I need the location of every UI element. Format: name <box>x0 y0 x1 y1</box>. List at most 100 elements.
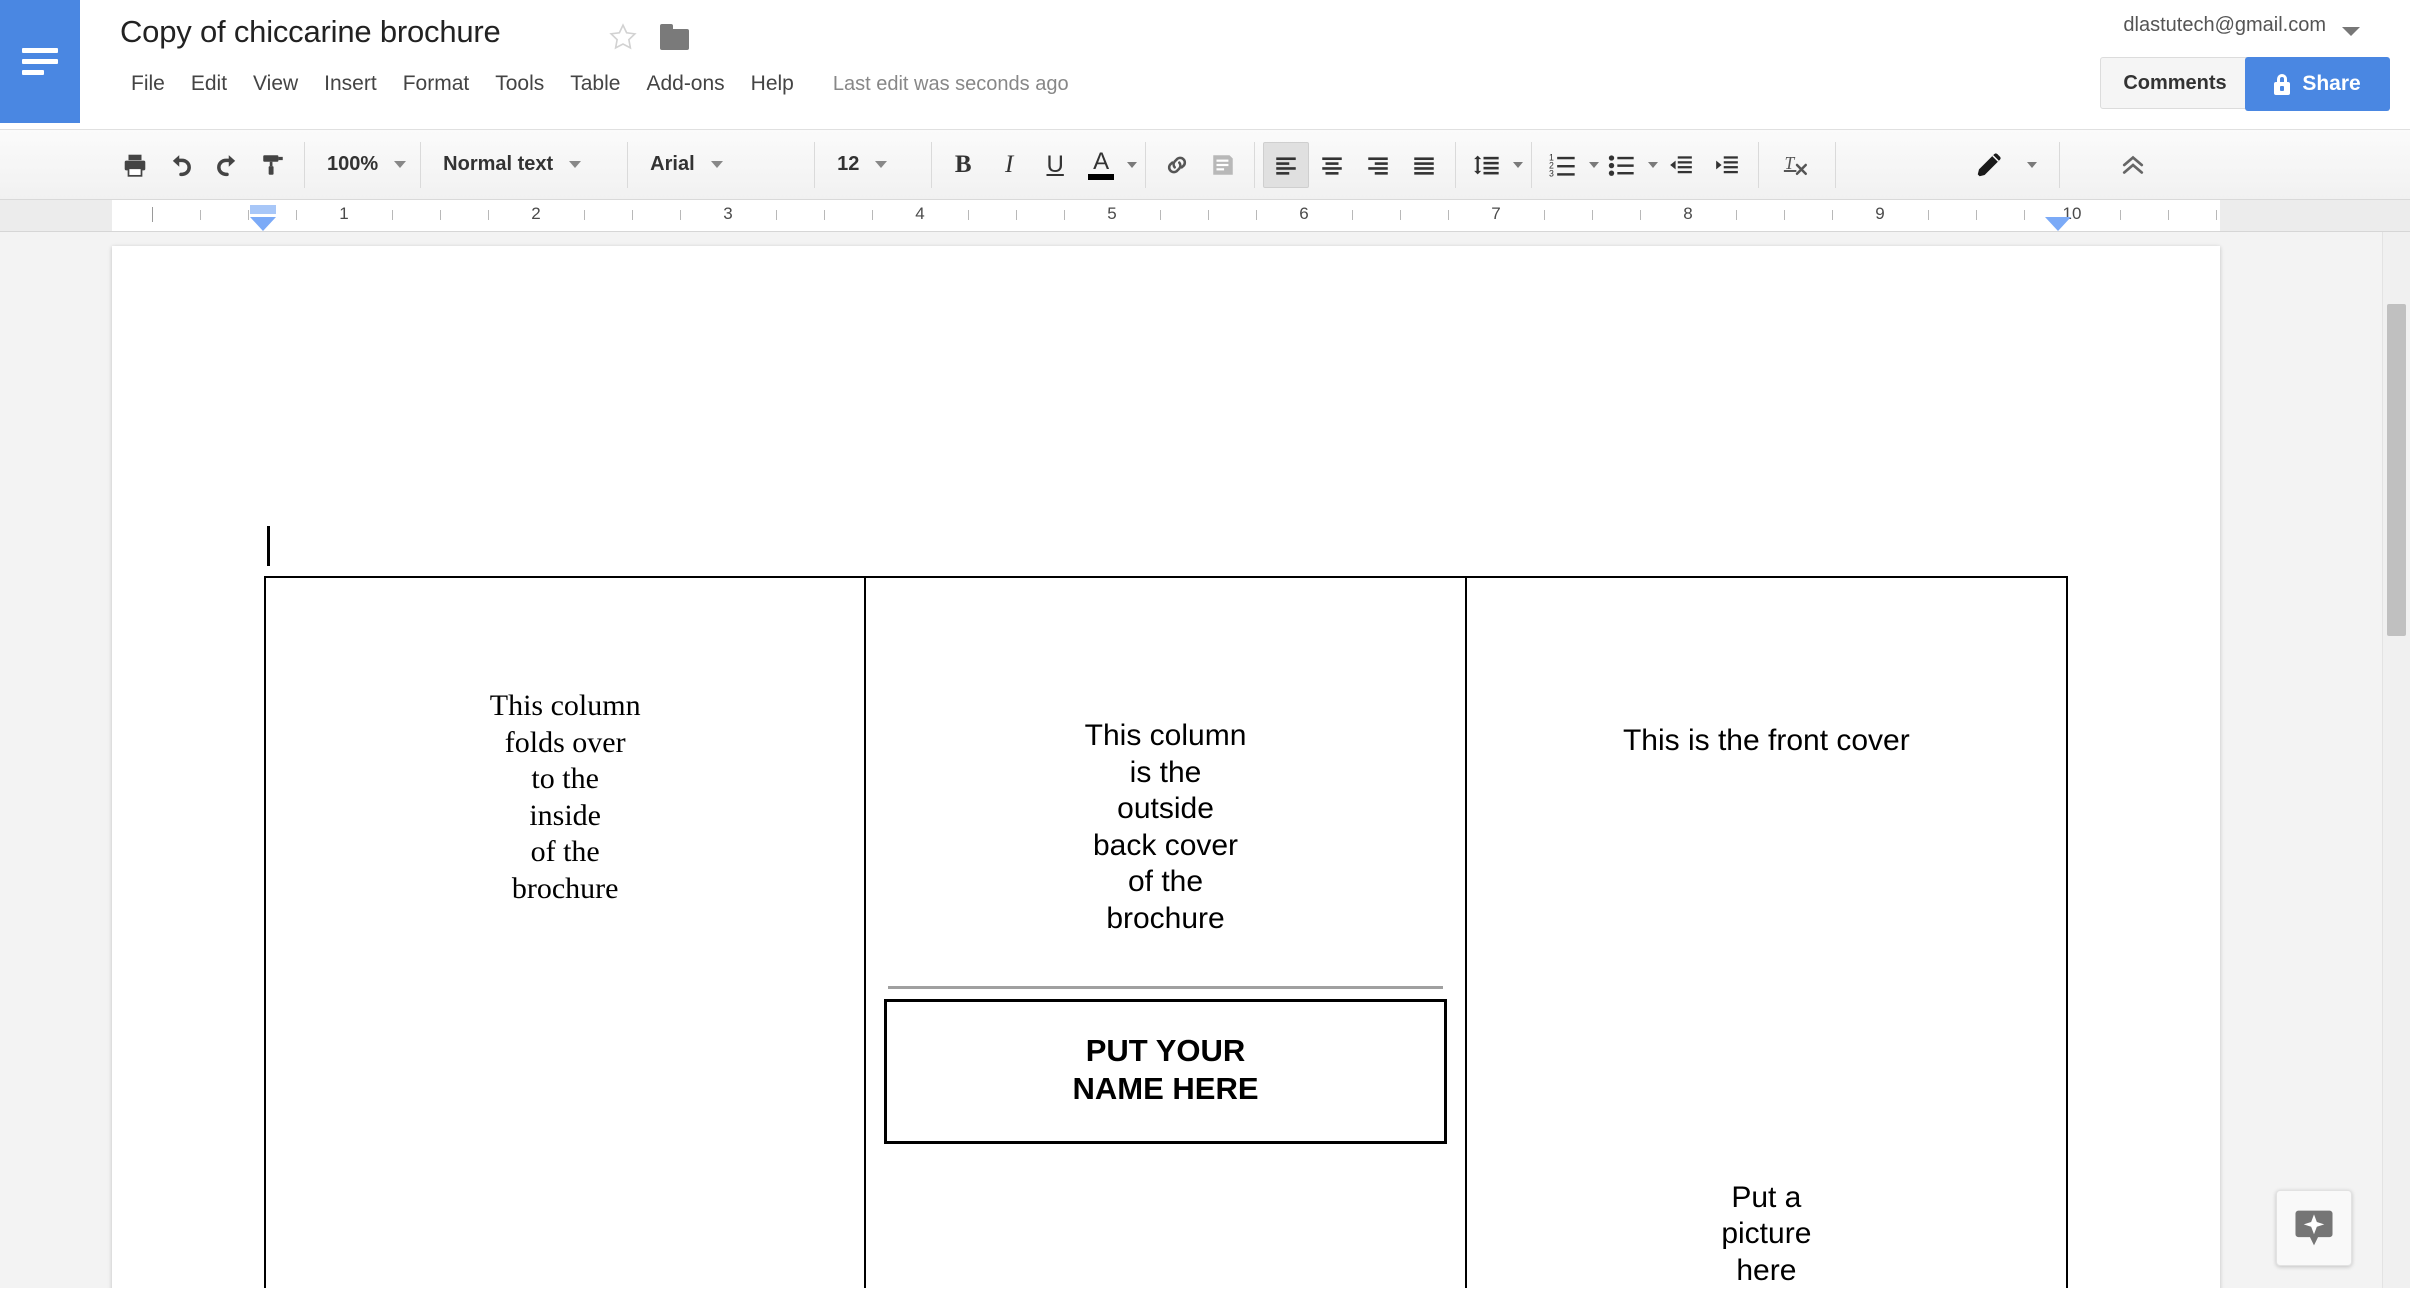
left-indent-marker[interactable] <box>250 217 276 231</box>
picture-line-3: here <box>1736 1253 1797 1287</box>
add-comment-icon <box>1213 154 1233 175</box>
toolbar-divider <box>1531 141 1533 188</box>
redo-button[interactable] <box>204 142 250 188</box>
folder-icon[interactable] <box>660 24 690 50</box>
font-size-dropdown[interactable]: 12 <box>823 142 923 188</box>
edit-mode-dropdown[interactable] <box>2024 142 2038 188</box>
align-justify-button[interactable] <box>1401 142 1447 188</box>
menu-item-tools[interactable]: Tools <box>482 68 557 100</box>
name-placeholder-box[interactable]: PUT YOUR NAME HERE <box>884 998 1447 1145</box>
ruler-number-3: 3 <box>723 204 733 223</box>
menu-item-addons[interactable]: Add-ons <box>633 68 737 100</box>
undo-icon <box>172 154 191 176</box>
ruler-tick <box>584 210 585 220</box>
picture-line-1: Put a <box>1731 1180 1802 1214</box>
chevron-down-icon <box>2027 161 2038 168</box>
bold-button[interactable]: B <box>940 142 986 188</box>
ruler[interactable]: 1 2 3 4 5 6 7 8 9 10 <box>0 200 2410 232</box>
scrollbar-thumb[interactable] <box>2387 304 2406 636</box>
brochure-table[interactable]: This column folds over to the inside of … <box>263 576 2069 1288</box>
menu-item-file[interactable]: File <box>118 68 178 100</box>
back-cover-line-2: is the <box>1129 755 1202 789</box>
align-right-button[interactable] <box>1355 142 1401 188</box>
menu-item-table[interactable]: Table <box>557 68 633 100</box>
share-button[interactable]: Share <box>2245 57 2390 111</box>
ruler-number-2: 2 <box>531 204 541 223</box>
first-line-indent-marker[interactable] <box>250 205 276 214</box>
text-color-button[interactable]: A <box>1078 142 1124 188</box>
inside-fold-line-3: to the <box>531 762 599 796</box>
line-spacing-dropdown[interactable] <box>1510 142 1524 188</box>
insert-link-button[interactable] <box>1154 142 1200 188</box>
ruler-tick <box>872 210 873 220</box>
horizontal-rule <box>888 985 1443 989</box>
increase-indent-button[interactable] <box>1704 142 1750 188</box>
last-edit-status[interactable]: Last edit was seconds ago <box>833 73 1069 96</box>
ruler-tick <box>1592 210 1593 220</box>
clear-formatting-button[interactable]: T <box>1767 142 1827 188</box>
ruler-tick <box>1352 210 1353 220</box>
bold-label: B <box>954 150 972 178</box>
name-box-line-2: NAME HERE <box>1072 1071 1259 1107</box>
decrease-indent-button[interactable] <box>1658 142 1704 188</box>
collapse-toolbar-button[interactable] <box>2098 142 2168 188</box>
star-icon[interactable] <box>608 22 638 52</box>
align-center-button[interactable] <box>1309 142 1355 188</box>
numbered-list-dropdown[interactable] <box>1586 142 1600 188</box>
explore-star-icon <box>2295 1210 2333 1246</box>
document-page[interactable]: This column folds over to the inside of … <box>112 246 2220 1288</box>
back-cover-line-5: of the <box>1127 865 1204 899</box>
docs-logo-icon[interactable] <box>0 0 80 123</box>
print-button[interactable] <box>112 142 158 188</box>
document-canvas[interactable]: This column folds over to the inside of … <box>0 232 2410 1288</box>
chevron-down-icon <box>1127 161 1138 168</box>
account-email[interactable]: dlastutech@gmail.com <box>2123 14 2326 37</box>
menu-bar: File Edit View Insert Format Tools Table… <box>118 68 1069 100</box>
right-indent-marker[interactable] <box>2045 217 2071 231</box>
lock-icon <box>2274 73 2291 95</box>
pencil-icon <box>1977 152 2001 176</box>
paint-format-button[interactable] <box>250 142 296 188</box>
chevron-down-icon <box>569 161 582 168</box>
share-button-label: Share <box>2302 72 2361 95</box>
bulleted-list-dropdown[interactable] <box>1645 142 1659 188</box>
menu-item-insert[interactable]: Insert <box>311 68 390 100</box>
menu-item-view[interactable]: View <box>240 68 311 100</box>
paragraph-style-dropdown[interactable]: Normal text <box>429 142 619 188</box>
comments-button[interactable]: Comments <box>2100 57 2250 109</box>
menu-item-format[interactable]: Format <box>390 68 483 100</box>
line-spacing-button[interactable] <box>1464 142 1510 188</box>
font-family-dropdown[interactable]: Arial <box>636 142 806 188</box>
italic-button[interactable]: I <box>986 142 1032 188</box>
front-cover-heading: This is the front cover <box>1622 724 1910 757</box>
text-color-swatch <box>1088 173 1115 180</box>
vertical-scrollbar[interactable] <box>2382 232 2410 1288</box>
toolbar-divider <box>2059 141 2061 188</box>
zoom-dropdown[interactable]: 100% <box>313 142 412 188</box>
brochure-cell-inside-fold[interactable]: This column folds over to the inside of … <box>263 576 867 1288</box>
text-color-dropdown[interactable] <box>1124 142 1138 188</box>
paragraph-style-value: Normal text <box>443 153 554 175</box>
explore-button[interactable] <box>2276 1190 2352 1266</box>
menu-item-help[interactable]: Help <box>738 68 807 100</box>
print-icon <box>124 154 146 177</box>
page-title[interactable]: Copy of chiccarine brochure <box>120 14 501 50</box>
ruler-tick <box>1400 210 1401 220</box>
add-comment-button[interactable] <box>1200 142 1246 188</box>
align-left-button[interactable] <box>1263 141 1310 188</box>
brochure-cell-front-cover[interactable]: This is the front cover Put a picture he… <box>1464 576 2069 1288</box>
chevron-down-icon <box>1513 161 1524 168</box>
undo-button[interactable] <box>158 142 204 188</box>
ruler-tick <box>968 210 969 220</box>
toolbar-divider <box>420 141 422 188</box>
chevron-down-icon[interactable] <box>2342 27 2360 36</box>
menu-item-edit[interactable]: Edit <box>178 68 240 100</box>
brochure-cell-back-cover[interactable]: This column is the outside back cover of… <box>864 576 1467 1288</box>
underline-button[interactable]: U <box>1032 142 1078 188</box>
ruler-tick <box>776 210 777 220</box>
numbered-list-button[interactable]: 1 2 3 <box>1540 142 1586 188</box>
bulleted-list-button[interactable] <box>1599 142 1645 188</box>
ruler-number-8: 8 <box>1683 204 1693 223</box>
name-box-line-1: PUT YOUR <box>1085 1032 1246 1068</box>
edit-mode-button[interactable] <box>1954 142 2024 188</box>
